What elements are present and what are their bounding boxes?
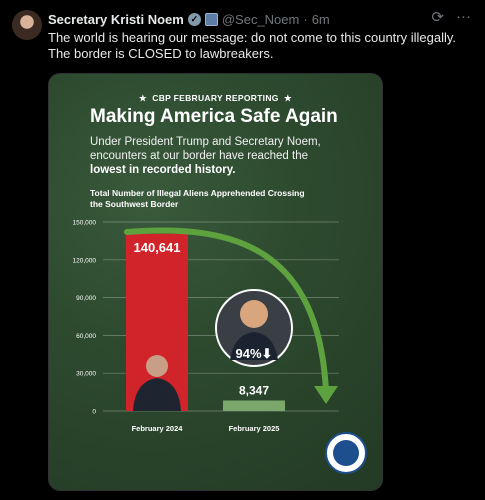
photo-head bbox=[146, 355, 168, 377]
tweet-text: The world is hearing our message: do not… bbox=[48, 30, 457, 61]
author-handle[interactable]: @Sec_Noem bbox=[222, 12, 300, 27]
author-avatar[interactable] bbox=[12, 10, 42, 40]
verified-icon: ✓ bbox=[187, 12, 201, 26]
y-tick-label: 120,000 bbox=[73, 257, 97, 264]
photo-head bbox=[240, 300, 268, 328]
more-icon[interactable]: ··· bbox=[456, 8, 471, 26]
y-tick-label: 0 bbox=[92, 409, 96, 416]
author-name[interactable]: Secretary Kristi Noem bbox=[48, 12, 184, 27]
tweet-time[interactable]: 6m bbox=[312, 12, 330, 27]
separator-dot: · bbox=[303, 11, 308, 27]
y-tick-label: 30,000 bbox=[76, 371, 96, 378]
tweet-actions: ⟳ ··· bbox=[431, 8, 471, 26]
dhs-seal-icon bbox=[325, 432, 367, 474]
media-card[interactable]: ★ CBP FEBRUARY REPORTING ★ Making Americ… bbox=[48, 73, 383, 491]
bar-chart: 0 30,000 60,000 90,000 120,000 150,000 140,641… bbox=[73, 220, 339, 433]
bar bbox=[223, 400, 285, 411]
y-tick-label: 90,000 bbox=[76, 295, 96, 302]
grok-icon[interactable]: ⟳ bbox=[431, 8, 444, 26]
government-badge-icon bbox=[204, 12, 218, 26]
tweet-header: Secretary Kristi Noem ✓ @Sec_Noem · 6m bbox=[48, 10, 330, 28]
bar-value-label: 140,641 bbox=[134, 240, 181, 255]
x-tick-label: February 2025 bbox=[229, 424, 280, 433]
bar-value-label: 8,347 bbox=[239, 383, 269, 397]
percent-drop-label: 94%⬇ bbox=[236, 346, 273, 361]
y-tick-label: 150,000 bbox=[73, 220, 97, 227]
y-tick-label: 60,000 bbox=[76, 333, 96, 340]
x-tick-label: February 2024 bbox=[132, 424, 184, 433]
trend-arrowhead bbox=[314, 386, 338, 404]
